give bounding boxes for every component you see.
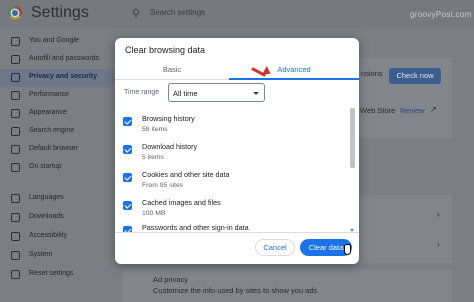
chevron-right-icon: › xyxy=(437,240,440,249)
option-detail: From 95 sites xyxy=(142,182,184,189)
watermark: groovyPost.com xyxy=(410,10,472,19)
clear-browsing-data-dialog: Clear browsing data Basic Advanced Time … xyxy=(115,38,359,264)
checkbox-checked-icon[interactable] xyxy=(123,145,132,154)
option-detail: 100 MB xyxy=(142,210,166,217)
option-passwords[interactable]: Passwords and other sign-in data xyxy=(115,220,347,232)
dialog-title: Clear browsing data xyxy=(125,45,206,55)
option-title: Passwords and other sign-in data xyxy=(142,223,249,232)
time-range-label: Time range xyxy=(124,89,160,96)
sidebar-item-downloads[interactable]: Downloads xyxy=(0,209,118,227)
browser-icon xyxy=(11,145,20,154)
option-cookies[interactable]: Cookies and other site data From 95 site… xyxy=(115,167,347,195)
checkbox-checked-icon[interactable] xyxy=(123,173,132,182)
ad-privacy-row[interactable]: Ad privacy Customize the info used by si… xyxy=(122,270,452,302)
chevron-right-icon: › xyxy=(437,210,440,219)
option-title: Download history xyxy=(142,142,198,151)
data-types-list: Browsing history 58 items Download histo… xyxy=(115,108,359,232)
checkbox-checked-icon[interactable] xyxy=(123,117,132,126)
option-title: Browsing history xyxy=(142,114,195,123)
tab-basic[interactable]: Basic xyxy=(115,65,229,80)
download-icon xyxy=(11,213,20,222)
option-download-history[interactable]: Download history 5 items xyxy=(115,139,347,167)
selected-tab-indicator xyxy=(229,78,359,80)
dropdown-caret-icon xyxy=(253,92,259,95)
sidebar-item-privacy[interactable]: Privacy and security xyxy=(0,69,118,87)
cancel-button[interactable]: Cancel xyxy=(255,239,295,256)
option-browsing-history[interactable]: Browsing history 58 items xyxy=(115,111,347,139)
option-cached-images[interactable]: Cached images and files 100 MB xyxy=(115,195,347,223)
ad-privacy-description: Customize the info used by sites to show… xyxy=(153,286,318,295)
shield-icon xyxy=(11,73,20,82)
list-scrollbar[interactable] xyxy=(350,108,355,232)
sidebar-item-on-startup[interactable]: On startup xyxy=(0,159,118,177)
check-now-button[interactable]: Check now xyxy=(389,68,441,84)
sidebar-item-autofill[interactable]: Autofill and passwords xyxy=(0,51,118,69)
option-detail: 5 items xyxy=(142,154,164,161)
sidebar-item-you-and-google[interactable]: You and Google xyxy=(0,33,118,51)
chrome-logo-icon xyxy=(8,6,22,20)
footer-divider xyxy=(115,232,359,233)
power-icon xyxy=(11,163,20,172)
review-link[interactable]: Review xyxy=(400,106,425,115)
search-placeholder: Search settings xyxy=(150,8,206,17)
search-icon xyxy=(11,127,20,136)
person-icon xyxy=(11,37,20,46)
sidebar-item-search-engine[interactable]: Search engine xyxy=(0,123,118,141)
accessibility-icon xyxy=(11,232,20,241)
option-title: Cached images and files xyxy=(142,198,221,207)
extensions-text-fragment: nsions xyxy=(361,69,383,78)
sidebar-item-performance[interactable]: Performance xyxy=(0,87,118,105)
option-detail: 58 items xyxy=(142,126,168,133)
sidebar-item-system[interactable]: System xyxy=(0,247,118,265)
globe-icon xyxy=(11,194,20,203)
scrollbar-thumb[interactable] xyxy=(350,108,355,168)
time-range-value: All time xyxy=(173,89,198,98)
reset-icon xyxy=(11,270,20,279)
checkbox-checked-icon[interactable] xyxy=(123,201,132,210)
search-icon: ⚲ xyxy=(132,8,141,20)
app-title: Settings xyxy=(31,4,89,21)
palette-icon xyxy=(11,109,20,118)
sidebar-item-default-browser[interactable]: Default browser xyxy=(0,141,118,159)
web-store-text: Web Store xyxy=(360,106,396,115)
sidebar-item-accessibility[interactable]: Accessibility xyxy=(0,228,118,246)
sidebar-item-reset-settings[interactable]: Reset settings xyxy=(0,266,118,284)
ad-privacy-title: Ad privacy xyxy=(153,275,189,284)
sidebar-item-appearance[interactable]: Appearance xyxy=(0,105,118,123)
mouse-cursor-icon xyxy=(344,244,351,255)
speedometer-icon xyxy=(11,91,20,100)
time-range-select[interactable]: All time xyxy=(168,83,265,102)
search-settings-field[interactable]: ⚲ Search settings xyxy=(128,5,358,23)
wrench-icon xyxy=(11,251,20,260)
settings-header: Settings ⚲ Search settings groovyPost.co… xyxy=(0,0,474,28)
option-title: Cookies and other site data xyxy=(142,170,230,179)
sidebar-item-languages[interactable]: Languages xyxy=(0,190,118,208)
settings-sidebar: You and Google Autofill and passwords Pr… xyxy=(0,28,118,302)
key-icon xyxy=(11,55,20,64)
external-link-icon: ↗ xyxy=(430,105,437,114)
